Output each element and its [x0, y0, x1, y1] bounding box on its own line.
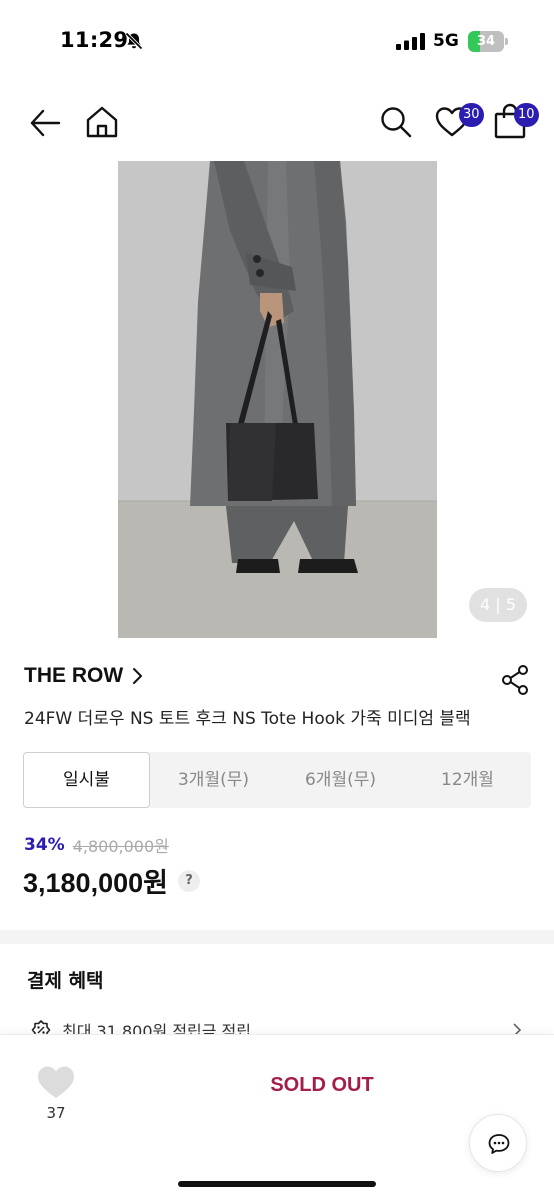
image-counter-total: 5	[505, 595, 516, 614]
brand-name: THE ROW	[24, 664, 124, 687]
network-label: 5G	[433, 31, 459, 51]
price-discount-row: 34% 4,800,000원	[24, 833, 169, 857]
section-divider	[0, 930, 554, 944]
installment-tabs: 일시불 3개월(무) 6개월(무) 12개월	[23, 752, 531, 808]
image-counter: 4 | 5	[469, 588, 527, 622]
cart-count-badge: 10	[514, 103, 539, 127]
tab-3-months[interactable]: 3개월(무)	[150, 752, 277, 808]
tab-6-months[interactable]: 6개월(무)	[277, 752, 404, 808]
search-button[interactable]	[378, 104, 414, 140]
status-time: 11:29	[60, 28, 129, 52]
back-button[interactable]	[28, 106, 62, 140]
home-button[interactable]	[84, 104, 120, 140]
brand-link[interactable]: THE ROW	[24, 664, 143, 688]
status-bar: 11:29 5G 34	[0, 0, 554, 80]
price-help-button[interactable]: ?	[177, 869, 200, 892]
share-icon	[502, 665, 528, 695]
sale-price-row: 3,180,000원 ?	[23, 861, 200, 900]
tab-lump-sum[interactable]: 일시불	[23, 752, 150, 808]
image-counter-current: 4	[480, 595, 491, 614]
wishlist-count-badge: 30	[459, 103, 484, 127]
home-indicator	[178, 1181, 376, 1187]
search-icon	[381, 107, 412, 138]
battery-percent: 34	[476, 34, 496, 49]
discount-rate: 34%	[24, 835, 65, 855]
sale-price: 3,180,000원	[23, 868, 168, 898]
benefit-section-title: 결제 혜택	[27, 970, 104, 992]
sold-out-label: SOLD OUT	[270, 1074, 374, 1096]
battery-charging-icon: 34	[468, 31, 508, 52]
signal-icon	[396, 33, 425, 50]
image-counter-separator: |	[495, 595, 501, 614]
original-price: 4,800,000원	[72, 837, 169, 856]
heart-filled-icon	[38, 1066, 74, 1098]
bottom-action-bar	[0, 1034, 554, 1200]
product-title: 24FW 더로우 NS 토트 후크 NS Tote Hook 가죽 미디엄 블랙	[24, 709, 471, 729]
home-icon	[86, 106, 118, 138]
chat-bubble-icon	[488, 1134, 510, 1154]
tab-12-months[interactable]: 12개월	[404, 752, 531, 808]
bell-muted-icon	[125, 32, 143, 50]
product-image[interactable]	[118, 161, 437, 638]
back-arrow-icon	[30, 109, 61, 137]
share-button[interactable]	[500, 664, 530, 696]
like-count: 37	[46, 1104, 66, 1122]
like-button[interactable]	[36, 1064, 76, 1100]
chevron-right-icon	[133, 668, 143, 684]
chat-button[interactable]	[469, 1114, 527, 1172]
